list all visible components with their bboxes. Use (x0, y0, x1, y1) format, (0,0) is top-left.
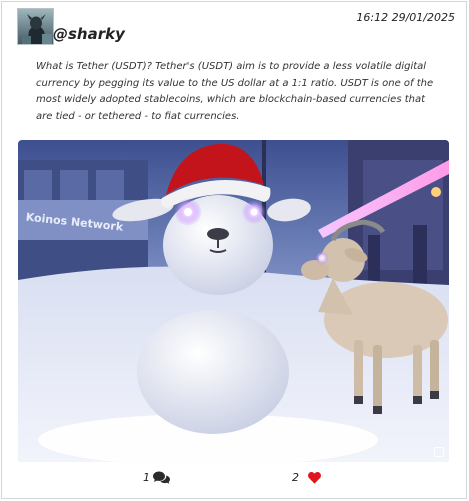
post-header: @sharky 16:12 29/01/2025 (17, 8, 457, 46)
comments-count: 1 (143, 471, 150, 484)
likes-count: 2 (292, 471, 299, 484)
snowman-goat-illustration: Koinos Network (18, 140, 449, 462)
heart-icon (308, 471, 321, 484)
post-footer: 1 2 (2, 468, 468, 490)
likes-button[interactable]: 2 (292, 471, 321, 484)
avatar[interactable] (17, 8, 54, 45)
post-text: What is Tether (USDT)? Tether's (USDT) a… (36, 61, 434, 122)
post-timestamp: 16:12 29/01/2025 (356, 11, 455, 24)
expand-icon[interactable] (434, 447, 444, 457)
post-image[interactable]: Koinos Network (18, 140, 449, 462)
username[interactable]: @sharky (53, 25, 125, 43)
post-card: @sharky 16:12 29/01/2025 What is Tether … (1, 1, 467, 499)
avatar-image (18, 9, 53, 44)
comments-button[interactable]: 1 (143, 471, 170, 484)
comment-bubbles-icon (153, 471, 170, 484)
